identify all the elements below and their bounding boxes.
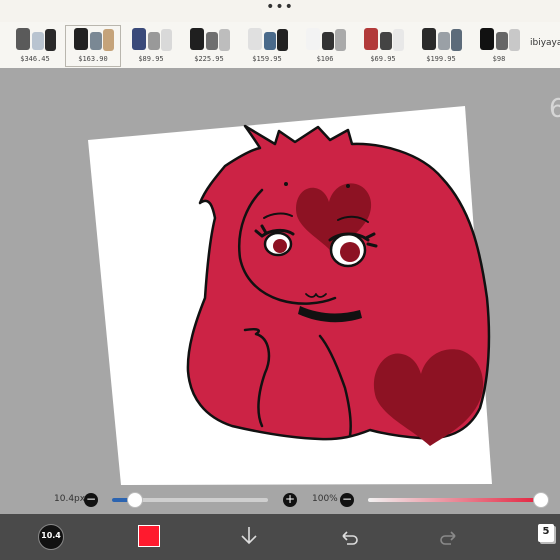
- ad-product-item[interactable]: $163.90: [65, 25, 121, 67]
- top-bar: •••: [0, 0, 560, 22]
- ad-banner[interactable]: $346.45 $163.90 $89.95 $225.95 $159.95 $106 $6…: [0, 22, 560, 69]
- product-image-part: [45, 29, 56, 51]
- product-image-part: [438, 32, 450, 50]
- product-image-part: [322, 32, 334, 50]
- opacity-track[interactable]: [368, 498, 540, 502]
- product-image-part: [380, 32, 392, 50]
- product-price: $89.95: [138, 55, 164, 63]
- product-image-part: [335, 29, 346, 51]
- opacity-knob[interactable]: [533, 492, 549, 508]
- product-thumbnail: [128, 26, 174, 54]
- redo-icon[interactable]: [438, 524, 460, 548]
- product-image-part: [306, 28, 320, 50]
- product-image-part: [190, 28, 204, 50]
- product-price: $225.95: [194, 55, 224, 63]
- slider-controls: 10.4px − + 100% −: [0, 486, 560, 514]
- product-image-part: [393, 29, 404, 51]
- download-icon[interactable]: [238, 524, 260, 548]
- layers-button[interactable]: 5: [538, 524, 554, 542]
- product-thumbnail: [12, 26, 58, 54]
- product-price: $98: [492, 55, 506, 63]
- layers-count: 5: [542, 526, 550, 537]
- ad-product-item[interactable]: $106: [298, 26, 352, 66]
- bottom-toolbar: 10.4 5: [0, 514, 560, 560]
- product-image-part: [32, 32, 44, 50]
- product-image-part: [248, 28, 262, 50]
- left-pupil: [273, 239, 287, 253]
- product-thumbnail: [244, 26, 290, 54]
- product-image-part: [74, 28, 88, 50]
- product-image-part: [451, 29, 462, 51]
- ad-product-item[interactable]: $159.95: [240, 26, 294, 66]
- product-thumbnail: [418, 26, 464, 54]
- product-image-part: [480, 28, 494, 50]
- forehead-dot-right: [346, 184, 350, 188]
- product-price: $159.95: [252, 55, 282, 63]
- product-image-part: [509, 29, 520, 51]
- product-price: $69.95: [370, 55, 396, 63]
- opacity-label: 100%: [312, 494, 338, 504]
- ad-product-item[interactable]: $69.95: [356, 26, 410, 66]
- product-thumbnail: [302, 26, 348, 54]
- brush-size-label: 10.4px: [54, 494, 86, 504]
- product-image-part: [103, 29, 114, 51]
- product-image-part: [277, 29, 288, 51]
- product-thumbnail: [360, 26, 406, 54]
- brush-size-minus-button[interactable]: −: [84, 493, 98, 507]
- ad-brand-label[interactable]: ibiyaya: [530, 38, 560, 48]
- product-image-part: [364, 28, 378, 50]
- product-thumbnail: [186, 26, 232, 54]
- product-thumbnail: [70, 26, 116, 54]
- product-image-part: [496, 32, 508, 50]
- product-price: $163.90: [78, 55, 108, 63]
- right-pupil: [340, 242, 360, 262]
- product-price: $346.45: [20, 55, 50, 63]
- product-price: $106: [316, 55, 334, 63]
- undo-icon[interactable]: [338, 524, 360, 548]
- product-image-part: [148, 32, 160, 50]
- product-price: $199.95: [426, 55, 456, 63]
- product-image-part: [219, 29, 230, 51]
- product-image-part: [90, 32, 102, 50]
- product-image-part: [206, 32, 218, 50]
- ad-product-item[interactable]: $89.95: [124, 26, 178, 66]
- forehead-dot-left: [284, 182, 288, 186]
- product-image-part: [161, 29, 172, 51]
- brush-size-badge: 10.4: [41, 531, 61, 540]
- drawing-svg[interactable]: [0, 68, 560, 500]
- ad-product-item[interactable]: $199.95: [414, 26, 468, 66]
- brush-size-button[interactable]: 10.4: [38, 524, 64, 550]
- opacity-minus-button[interactable]: −: [340, 493, 354, 507]
- ad-product-item[interactable]: $346.45: [8, 26, 62, 66]
- product-image-part: [264, 32, 276, 50]
- canvas-area[interactable]: [0, 68, 560, 500]
- more-menu-icon[interactable]: •••: [260, 0, 300, 19]
- brush-size-knob[interactable]: [126, 492, 143, 508]
- ad-product-item[interactable]: $98: [472, 26, 526, 66]
- product-image-part: [16, 28, 30, 50]
- ad-product-item[interactable]: $225.95: [182, 26, 236, 66]
- brush-size-plus-button[interactable]: +: [283, 493, 297, 507]
- color-swatch-button[interactable]: [138, 525, 160, 547]
- product-thumbnail: [476, 26, 522, 54]
- product-image-part: [132, 28, 146, 50]
- product-image-part: [422, 28, 436, 50]
